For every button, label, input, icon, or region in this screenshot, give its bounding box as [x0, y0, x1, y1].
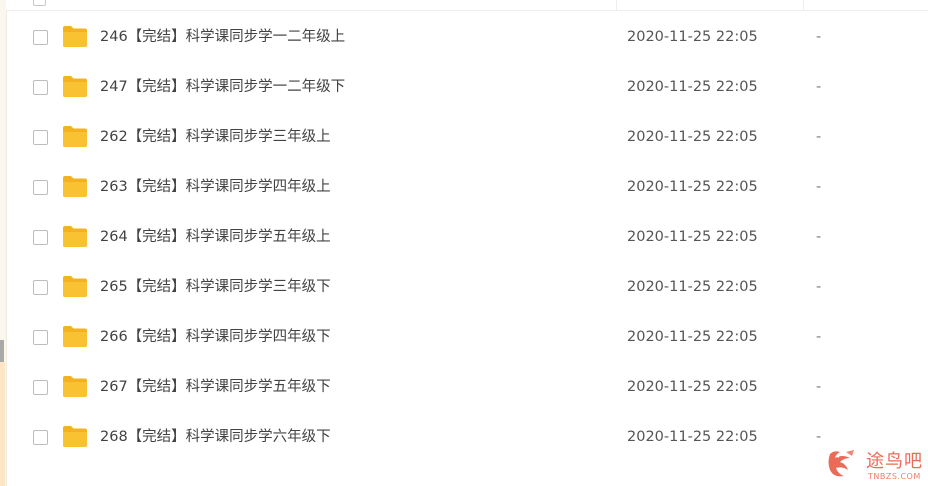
column-divider[interactable] [803, 0, 804, 10]
watermark: 途鸟吧 TNBZS.COM [824, 448, 924, 482]
file-size: - [816, 179, 822, 195]
file-name[interactable]: 267【完结】科学课同步学五年级下 [100, 377, 331, 397]
folder-icon[interactable] [62, 25, 88, 48]
folder-icon[interactable] [62, 325, 88, 348]
file-size: - [816, 279, 822, 295]
file-size: - [816, 29, 822, 45]
file-name[interactable]: 268【完结】科学课同步学六年级下 [100, 427, 331, 447]
file-row[interactable]: 267【完结】科学课同步学五年级下 2020-11-25 22:05 - [6, 362, 928, 412]
row-checkbox[interactable] [33, 380, 48, 395]
file-size: - [816, 129, 822, 145]
file-row[interactable]: 262【完结】科学课同步学三年级上 2020-11-25 22:05 - [6, 112, 928, 162]
file-row[interactable]: 247【完结】科学课同步学一二年级下 2020-11-25 22:05 - [6, 62, 928, 112]
file-size: - [816, 229, 822, 245]
file-modified-date: 2020-11-25 22:05 [627, 279, 758, 295]
row-checkbox[interactable] [33, 130, 48, 145]
file-name[interactable]: 246【完结】科学课同步学一二年级上 [100, 27, 345, 47]
file-list: 246【完结】科学课同步学一二年级上 2020-11-25 22:05 - 24… [6, 12, 928, 462]
file-row[interactable]: 268【完结】科学课同步学六年级下 2020-11-25 22:05 - [6, 412, 928, 462]
file-name[interactable]: 247【完结】科学课同步学一二年级下 [100, 77, 345, 97]
file-name[interactable]: 262【完结】科学课同步学三年级上 [100, 127, 331, 147]
tnbzs-logo-icon [824, 448, 864, 482]
row-checkbox[interactable] [33, 430, 48, 445]
file-modified-date: 2020-11-25 22:05 [627, 229, 758, 245]
file-row[interactable]: 265【完结】科学课同步学三年级下 2020-11-25 22:05 - [6, 262, 928, 312]
row-checkbox[interactable] [33, 80, 48, 95]
select-all-checkbox[interactable] [33, 0, 46, 6]
panel-resize-handle[interactable] [0, 340, 4, 362]
file-name[interactable]: 263【完结】科学课同步学四年级上 [100, 177, 331, 197]
file-row[interactable]: 246【完结】科学课同步学一二年级上 2020-11-25 22:05 - [6, 12, 928, 62]
file-size: - [816, 379, 822, 395]
watermark-subtext: TNBZS.COM [868, 472, 921, 481]
file-name[interactable]: 266【完结】科学课同步学四年级下 [100, 327, 331, 347]
file-row[interactable]: 264【完结】科学课同步学五年级上 2020-11-25 22:05 - [6, 212, 928, 262]
row-checkbox[interactable] [33, 180, 48, 195]
folder-icon[interactable] [62, 75, 88, 98]
folder-icon[interactable] [62, 375, 88, 398]
column-divider[interactable] [616, 0, 617, 10]
row-checkbox[interactable] [33, 280, 48, 295]
table-header [6, 0, 928, 11]
file-modified-date: 2020-11-25 22:05 [627, 429, 758, 445]
folder-icon[interactable] [62, 425, 88, 448]
row-checkbox[interactable] [33, 330, 48, 345]
folder-icon[interactable] [62, 275, 88, 298]
row-checkbox[interactable] [33, 30, 48, 45]
file-row[interactable]: 266【完结】科学课同步学四年级下 2020-11-25 22:05 - [6, 312, 928, 362]
file-modified-date: 2020-11-25 22:05 [627, 379, 758, 395]
file-modified-date: 2020-11-25 22:05 [627, 79, 758, 95]
file-modified-date: 2020-11-25 22:05 [627, 329, 758, 345]
watermark-text: 途鸟吧 [866, 451, 923, 472]
file-browser-page: 246【完结】科学课同步学一二年级上 2020-11-25 22:05 - 24… [0, 0, 928, 486]
file-modified-date: 2020-11-25 22:05 [627, 129, 758, 145]
file-size: - [816, 429, 822, 445]
file-name[interactable]: 264【完结】科学课同步学五年级上 [100, 227, 331, 247]
folder-icon[interactable] [62, 125, 88, 148]
file-size: - [816, 79, 822, 95]
file-size: - [816, 329, 822, 345]
panel-accent [0, 362, 5, 486]
file-modified-date: 2020-11-25 22:05 [627, 179, 758, 195]
file-modified-date: 2020-11-25 22:05 [627, 29, 758, 45]
folder-icon[interactable] [62, 225, 88, 248]
folder-icon[interactable] [62, 175, 88, 198]
row-checkbox[interactable] [33, 230, 48, 245]
file-row[interactable]: 263【完结】科学课同步学四年级上 2020-11-25 22:05 - [6, 162, 928, 212]
file-name[interactable]: 265【完结】科学课同步学三年级下 [100, 277, 331, 297]
